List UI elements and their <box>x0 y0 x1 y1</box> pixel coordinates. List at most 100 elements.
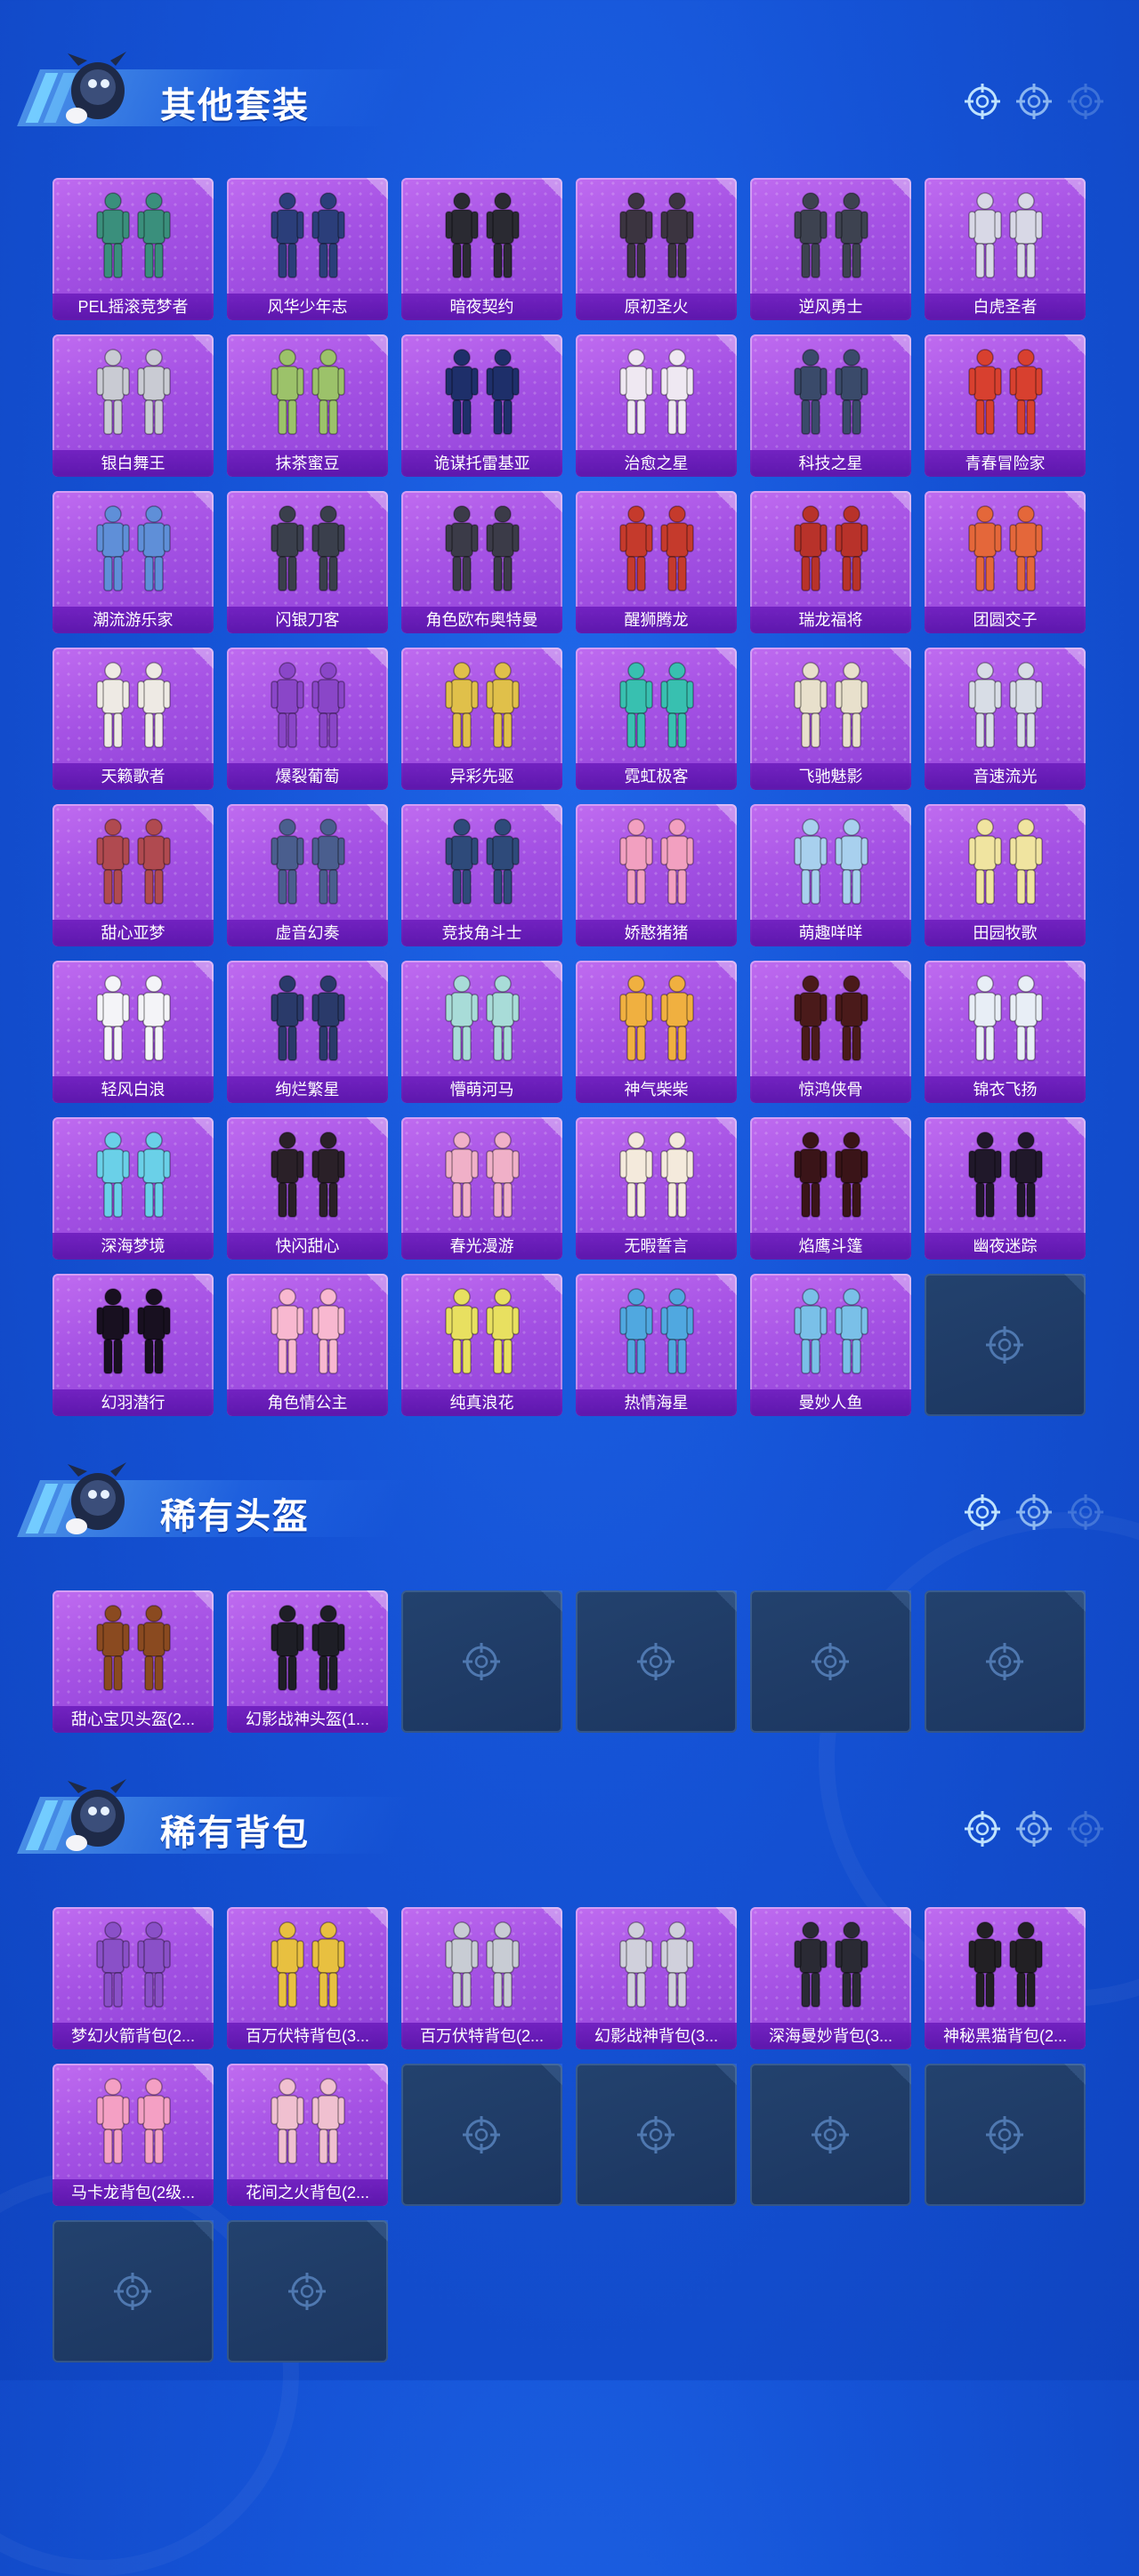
item-card[interactable]: 幻羽潜行 <box>53 1274 214 1416</box>
item-label: 原初圣火 <box>576 294 737 320</box>
item-card[interactable]: 百万伏特背包(2... <box>401 1907 562 2049</box>
item-card[interactable]: 天籁歌者 <box>53 648 214 790</box>
item-card[interactable]: 田园牧歌 <box>925 804 1086 946</box>
item-card[interactable]: 神气柴柴 <box>576 961 737 1103</box>
item-card[interactable]: 花间之火背包(2... <box>227 2064 388 2206</box>
item-card[interactable]: 异彩先驱 <box>401 648 562 790</box>
item-card[interactable]: 甜心宝贝头盔(2... <box>53 1590 214 1733</box>
item-card[interactable]: 绚烂繁星 <box>227 961 388 1103</box>
item-card[interactable]: 银白舞王 <box>53 334 214 477</box>
item-card[interactable]: PEL摇滚竞梦者 <box>53 178 214 320</box>
item-card[interactable]: 快闪甜心 <box>227 1117 388 1260</box>
item-card[interactable]: 闪银刀客 <box>227 491 388 633</box>
item-image <box>794 975 868 1061</box>
item-label: 田园牧歌 <box>925 920 1086 946</box>
item-card[interactable]: 百万伏特背包(3... <box>227 1907 388 2049</box>
item-card[interactable]: 懵萌河马 <box>401 961 562 1103</box>
item-image <box>619 349 694 435</box>
item-card[interactable]: 锦衣飞扬 <box>925 961 1086 1103</box>
item-card[interactable]: 白虎圣者 <box>925 178 1086 320</box>
section-title: 其他套装 <box>160 86 310 125</box>
item-card[interactable]: 醒狮腾龙 <box>576 491 737 633</box>
item-card[interactable]: 竞技角斗士 <box>401 804 562 946</box>
item-label: 甜心宝贝头盔(2... <box>53 1706 214 1733</box>
item-card[interactable]: 虚音幻奏 <box>227 804 388 946</box>
item-label: 醒狮腾龙 <box>576 607 737 633</box>
item-label: 幻影战神背包(3... <box>576 2023 737 2049</box>
item-card[interactable]: 惊鸿侠骨 <box>750 961 911 1103</box>
item-label: 深海曼妙背包(3... <box>750 2023 911 2049</box>
crosshair-icon <box>986 1326 1023 1364</box>
item-card[interactable]: 逆风勇士 <box>750 178 911 320</box>
item-card[interactable]: 瑞龙福将 <box>750 491 911 633</box>
item-card[interactable]: 深海梦境 <box>53 1117 214 1260</box>
item-card[interactable]: 幽夜迷踪 <box>925 1117 1086 1260</box>
item-card[interactable]: 纯真浪花 <box>401 1274 562 1416</box>
item-card[interactable]: 神秘黑猫背包(2... <box>925 1907 1086 2049</box>
item-image <box>794 1921 868 2008</box>
item-card[interactable]: 梦幻火箭背包(2... <box>53 1907 214 2049</box>
item-card[interactable]: 娇憨猪猪 <box>576 804 737 946</box>
item-card[interactable]: 焰鹰斗篷 <box>750 1117 911 1260</box>
crosshair-icon <box>463 2116 500 2153</box>
item-card[interactable]: 春光漫游 <box>401 1117 562 1260</box>
item-image <box>619 505 694 592</box>
item-label: 百万伏特背包(2... <box>401 2023 562 2049</box>
item-image <box>968 192 1043 278</box>
item-image <box>968 662 1043 748</box>
item-card[interactable]: 甜心亚梦 <box>53 804 214 946</box>
item-card[interactable]: 风华少年志 <box>227 178 388 320</box>
item-image <box>619 662 694 748</box>
item-label: 团圆交子 <box>925 607 1086 633</box>
item-card[interactable]: 暗夜契约 <box>401 178 562 320</box>
item-card[interactable]: 爆裂葡萄 <box>227 648 388 790</box>
item-card[interactable]: 无暇誓言 <box>576 1117 737 1260</box>
item-card[interactable]: 角色情公主 <box>227 1274 388 1416</box>
item-label: 瑞龙福将 <box>750 607 911 633</box>
item-image <box>445 192 520 278</box>
item-image <box>445 505 520 592</box>
item-image <box>619 192 694 278</box>
item-label: 娇憨猪猪 <box>576 920 737 946</box>
item-card[interactable]: 轻风白浪 <box>53 961 214 1103</box>
item-label: 幻羽潜行 <box>53 1389 214 1416</box>
item-image <box>794 192 868 278</box>
item-card[interactable]: 马卡龙背包(2级... <box>53 2064 214 2206</box>
item-card[interactable]: 原初圣火 <box>576 178 737 320</box>
item-card[interactable]: 霓虹极客 <box>576 648 737 790</box>
item-label: 轻风白浪 <box>53 1076 214 1103</box>
item-card[interactable]: 音速流光 <box>925 648 1086 790</box>
item-card[interactable]: 诡谋托雷基亚 <box>401 334 562 477</box>
item-card[interactable]: 热情海星 <box>576 1274 737 1416</box>
item-card[interactable]: 治愈之星 <box>576 334 737 477</box>
crosshair-icon <box>965 84 1000 119</box>
item-image <box>619 1921 694 2008</box>
item-image <box>271 349 345 435</box>
item-card[interactable]: 团圆交子 <box>925 491 1086 633</box>
item-card[interactable]: 曼妙人鱼 <box>750 1274 911 1416</box>
item-label: 花间之火背包(2... <box>227 2179 388 2206</box>
empty-slot <box>750 2064 911 2206</box>
item-card[interactable]: 角色欧布奥特曼 <box>401 491 562 633</box>
item-card[interactable]: 青春冒险家 <box>925 334 1086 477</box>
item-image <box>271 1131 345 1218</box>
item-card[interactable]: 抹茶蜜豆 <box>227 334 388 477</box>
item-card[interactable]: 萌趣咩咩 <box>750 804 911 946</box>
item-label: 治愈之星 <box>576 450 737 477</box>
item-card[interactable]: 幻影战神头盔(1... <box>227 1590 388 1733</box>
item-card[interactable]: 科技之星 <box>750 334 911 477</box>
item-image <box>96 192 171 278</box>
item-image <box>968 818 1043 905</box>
section-outfits: 其他套装 PEL摇滚竞梦者 风华少年志 暗夜契约 原初圣火 逆风勇士 白虎圣者银白舞王 抹茶… <box>0 43 1139 1416</box>
item-card[interactable]: 潮流游乐家 <box>53 491 214 633</box>
crosshair-icon <box>965 1494 1000 1530</box>
item-card[interactable]: 深海曼妙背包(3... <box>750 1907 911 2049</box>
item-label: 音速流光 <box>925 763 1086 790</box>
item-card[interactable]: 幻影战神背包(3... <box>576 1907 737 2049</box>
crosshair-icon <box>1068 1494 1103 1530</box>
item-card[interactable]: 飞驰魅影 <box>750 648 911 790</box>
crosshair-icon <box>1068 1811 1103 1847</box>
item-label: 诡谋托雷基亚 <box>401 450 562 477</box>
section-helmets: 稀有头盔 甜心宝贝头盔(2... 幻影战神头盔(1... <box>0 1453 1139 1733</box>
crosshair-decoration <box>963 1809 1105 1848</box>
